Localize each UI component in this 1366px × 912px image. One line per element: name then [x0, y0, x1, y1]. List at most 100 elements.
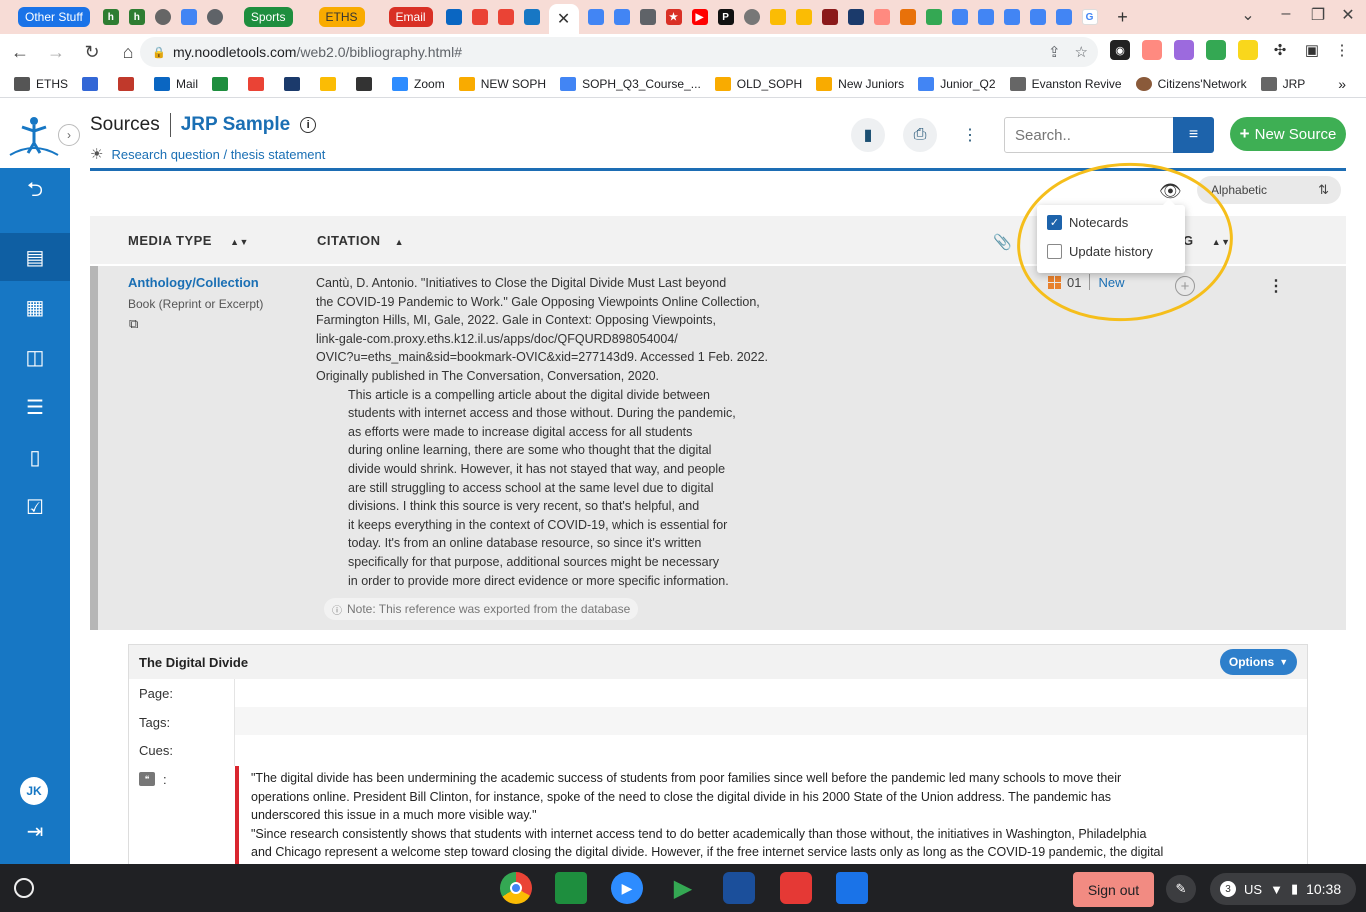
extension-icon[interactable] [1142, 40, 1162, 60]
col-citation[interactable]: CITATION ▲ [317, 233, 404, 248]
bookmark[interactable] [248, 76, 270, 91]
bookmark-eths[interactable]: ETHS [14, 76, 68, 91]
row-menu-kebab-icon[interactable]: ⋮ [1268, 276, 1284, 296]
bookmark[interactable] [212, 76, 234, 91]
bookmark[interactable] [320, 76, 342, 91]
tab-group-sports[interactable]: Sports [243, 7, 293, 27]
tab-favicon-icon[interactable]: h [128, 9, 145, 25]
youtube-tab-icon[interactable]: ▶ [691, 9, 708, 25]
gmail-tab-icon[interactable] [497, 9, 514, 25]
stylus-pen-icon[interactable]: ✎ [1166, 875, 1196, 903]
restore-icon[interactable]: ❐ [1306, 5, 1330, 25]
tab-favicon-icon[interactable] [154, 9, 171, 25]
sidebar-dashboard-icon[interactable]: ▦ [0, 283, 70, 331]
filter-icon[interactable]: ≡ [1173, 117, 1214, 153]
classroom-app-icon[interactable] [555, 872, 587, 904]
new-source-button[interactable]: + New Source [1230, 117, 1346, 151]
gmail-tab-icon[interactable] [471, 9, 488, 25]
close-tab-icon[interactable]: ✕ [557, 9, 570, 29]
drive-tab-icon[interactable] [925, 9, 942, 25]
more-bookmarks-icon[interactable]: » [1338, 76, 1346, 92]
screencast-app-icon[interactable] [780, 872, 812, 904]
bookmark-junior-q2[interactable]: Junior_Q2 [918, 76, 996, 91]
tab-favicon-icon[interactable] [639, 9, 656, 25]
star-tab-icon[interactable]: ★ [665, 9, 682, 25]
bookmark[interactable] [284, 76, 306, 91]
docs-tab-icon[interactable] [1003, 9, 1020, 25]
files-app-icon[interactable] [836, 872, 868, 904]
docs-tab-icon[interactable] [977, 9, 994, 25]
sidebar-back-icon[interactable]: ⮌ [0, 168, 70, 216]
bookmark-new-juniors[interactable]: New Juniors [816, 76, 904, 91]
bookmark-star-icon[interactable]: ☆ [1075, 43, 1088, 61]
extension-icon[interactable] [1206, 40, 1226, 60]
noodletools-tab-icon[interactable] [523, 9, 540, 25]
bookmark[interactable] [82, 76, 104, 91]
tab-group-other-stuff[interactable]: Other Stuff [18, 7, 90, 27]
direct-quotation[interactable]: "The digital divide has been undermining… [235, 766, 1307, 864]
tab-group-eths[interactable]: ETHS [318, 7, 365, 27]
back-icon[interactable]: ← [4, 36, 36, 68]
docs-tab-icon[interactable] [613, 9, 630, 25]
project-title[interactable]: JRP Sample [181, 114, 290, 136]
bookmark-old-soph[interactable]: OLD_SOPH [714, 76, 802, 91]
tab-favicon-icon[interactable] [206, 9, 223, 25]
attachment-paperclip-icon[interactable]: 📎 [993, 233, 1012, 251]
status-tray[interactable]: 3 US ▼ ▮ 10:38 [1210, 873, 1356, 905]
research-question-link[interactable]: ☀ Research question / thesis statement [90, 145, 325, 163]
notecard-title[interactable]: The Digital Divide [139, 655, 248, 670]
sidebar-paper-icon[interactable]: ▯ [0, 433, 70, 481]
docs-tab-icon[interactable] [1029, 9, 1046, 25]
close-window-icon[interactable]: ✕ [1336, 5, 1360, 25]
docs-tab-icon[interactable] [951, 9, 968, 25]
zoom-app-icon[interactable]: ▶ [611, 872, 643, 904]
tab-favicon-icon[interactable] [180, 9, 197, 25]
docs-tab-icon[interactable] [587, 9, 604, 25]
sidebar-logout-icon[interactable]: ⇥ [0, 811, 70, 851]
share-icon[interactable]: ⇪ [1048, 43, 1061, 61]
bookmark[interactable] [118, 76, 140, 91]
chrome-icon[interactable] [500, 872, 532, 904]
menu-kebab-icon[interactable]: ⋮ [1332, 40, 1352, 60]
collapse-sidebar-chevron-icon[interactable]: › [58, 124, 80, 146]
bookmark-jrp[interactable]: JRP [1260, 76, 1305, 91]
tab-favicon-icon[interactable]: P [717, 9, 734, 25]
bookmark[interactable] [356, 76, 378, 91]
address-bar[interactable]: 🔒 my.noodletools.com/web2.0/bibliography… [140, 37, 1098, 67]
bookmark-citizens-network[interactable]: Citizens'Network [1135, 76, 1247, 91]
minimize-icon[interactable]: – [1274, 5, 1298, 23]
sidebar-outline-icon[interactable]: ☰ [0, 383, 70, 431]
print-icon[interactable]: ⎙ [903, 118, 937, 152]
user-avatar[interactable]: JK [20, 777, 48, 805]
epson-app-icon[interactable] [723, 872, 755, 904]
tab-favicon-icon[interactable] [899, 9, 916, 25]
tab-favicon-icon[interactable] [769, 9, 786, 25]
tab-search-icon[interactable]: ⌄ [1236, 5, 1260, 25]
reload-icon[interactable]: ↻ [76, 36, 108, 68]
tab-group-email[interactable]: Email [388, 7, 433, 27]
launcher-icon[interactable] [14, 878, 34, 898]
sidebar-todo-check-icon[interactable]: ☑ [0, 483, 70, 531]
active-tab[interactable]: ✕ [548, 4, 579, 34]
bookmark-new-soph[interactable]: NEW SOPH [458, 76, 546, 91]
sign-out-button[interactable]: Sign out [1073, 872, 1154, 907]
more-options-icon[interactable]: ⋮ [953, 118, 987, 152]
tab-favicon-icon[interactable] [873, 9, 890, 25]
bookmark-mail[interactable]: Mail [154, 76, 198, 91]
tab-favicon-icon[interactable] [821, 9, 838, 25]
docs-tab-icon[interactable] [1055, 9, 1072, 25]
extension-icon[interactable] [1174, 40, 1194, 60]
google-tab-icon[interactable]: G [1081, 9, 1098, 25]
noodletools-logo-icon[interactable] [8, 113, 60, 157]
tab-favicon-icon[interactable] [743, 9, 760, 25]
col-media-type[interactable]: MEDIA TYPE ▲▼ [128, 233, 249, 248]
tab-favicon-icon[interactable] [795, 9, 812, 25]
tab-favicon-icon[interactable] [847, 9, 864, 25]
forward-icon[interactable]: → [40, 36, 72, 68]
play-store-icon[interactable]: ▶ [667, 872, 699, 904]
options-button[interactable]: Options ▼ [1220, 649, 1297, 675]
analytics-bar-chart-icon[interactable]: ▮ [851, 118, 885, 152]
tab-favicon-icon[interactable]: h [102, 9, 119, 25]
bookmark-evanston-revive[interactable]: Evanston Revive [1009, 76, 1122, 91]
extension-icon[interactable] [1238, 40, 1258, 60]
